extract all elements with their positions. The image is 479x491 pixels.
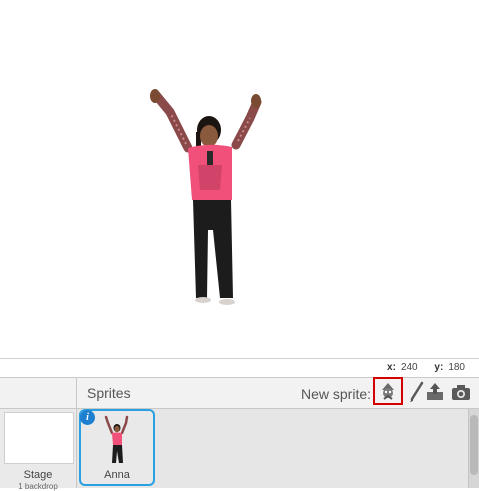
x-label: x: bbox=[387, 362, 396, 373]
x-value: 240 bbox=[400, 362, 418, 373]
sprite-thumbnail-image bbox=[104, 415, 129, 463]
stage-column-header bbox=[0, 378, 76, 409]
upload-icon bbox=[427, 383, 443, 400]
mouse-coordinates: x: 240 y: 180 bbox=[387, 362, 465, 373]
sprites-header: Sprites New sprite: bbox=[77, 377, 479, 409]
sprite-pane: Stage 1 backdrop Sprites New sprite: i A… bbox=[0, 377, 479, 491]
new-sprite-label: New sprite: bbox=[301, 386, 372, 402]
sprites-title: Sprites bbox=[87, 385, 131, 401]
stage-thumbnail[interactable] bbox=[4, 412, 74, 464]
new-sprite-from-camera-button[interactable] bbox=[447, 379, 475, 405]
camera-icon bbox=[452, 385, 470, 400]
sprite-thumbnail-anna[interactable]: i Anna bbox=[79, 409, 155, 486]
upload-sprite-button[interactable] bbox=[421, 379, 449, 405]
sprites-scrollbar[interactable] bbox=[468, 409, 479, 488]
stage-column: Stage 1 backdrop bbox=[0, 378, 77, 491]
library-icon bbox=[382, 383, 394, 400]
stage-label: Stage bbox=[23, 469, 53, 481]
choose-sprite-from-library-button[interactable] bbox=[373, 377, 403, 405]
sprite-name-label: Anna bbox=[104, 469, 130, 481]
sprites-list: i Anna bbox=[77, 409, 479, 488]
y-value: 180 bbox=[448, 362, 465, 373]
y-label: y: bbox=[434, 362, 444, 373]
scrollbar-thumb[interactable] bbox=[470, 415, 478, 475]
stage-canvas[interactable] bbox=[0, 0, 479, 359]
sprite-anna[interactable] bbox=[0, 0, 479, 358]
